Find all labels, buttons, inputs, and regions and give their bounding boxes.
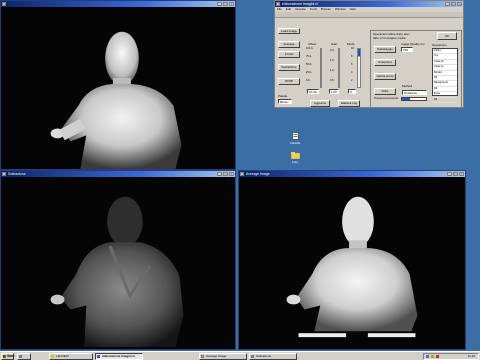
palette-select[interactable]: Binary	[278, 99, 292, 104]
aggiorna-button[interactable]: Aggiorna	[310, 100, 330, 107]
close-icon[interactable]: ×	[229, 172, 234, 176]
carica-punto-button[interactable]: Carica punto	[374, 73, 396, 80]
offset-slider[interactable]	[320, 48, 322, 88]
operations-list-header: Operations	[432, 43, 447, 47]
maximize-icon[interactable]: □	[451, 2, 456, 6]
gain-scale: 2,0- 1,5- 1,0- 0,5-	[330, 49, 335, 82]
mode-label: Mode	[347, 42, 355, 46]
palette-label: Palette	[278, 94, 288, 98]
subtracted-image	[1, 177, 235, 349]
system-tray: 11.26	[423, 353, 479, 360]
windows-logo-icon	[3, 355, 6, 358]
control-panel-window[interactable]: elaborazione Imagini.vi _ □ × File Edit …	[274, 0, 464, 108]
average-image	[239, 177, 465, 349]
window-icon	[2, 2, 6, 6]
image-window-sottrazione[interactable]: Sottrazione _ □ ×	[0, 170, 236, 350]
desktop-icon-folder[interactable]: Foto	[288, 152, 302, 164]
close-icon[interactable]: ×	[457, 2, 462, 6]
network-icon[interactable]	[426, 355, 429, 358]
folder-icon	[290, 152, 300, 159]
desktop-icon-file[interactable]: Cartella	[288, 132, 302, 145]
image-view[interactable]	[1, 7, 235, 169]
desktop-icon-label: Foto	[291, 160, 298, 164]
sottrazione-button[interactable]: Sottrazione	[278, 64, 300, 71]
fondo-button[interactable]: Fondo	[278, 51, 300, 58]
close-icon[interactable]: ×	[229, 2, 234, 6]
filtra-button[interactable]: Filtra	[374, 88, 396, 95]
close-icon[interactable]: ×	[459, 172, 464, 176]
vi-icon	[97, 355, 100, 358]
app-icon	[19, 355, 22, 358]
gain-slider[interactable]	[338, 48, 340, 88]
maximize-icon[interactable]: □	[223, 2, 228, 6]
progress-bar	[401, 97, 427, 101]
list-item[interactable]: Dil	[433, 98, 457, 104]
image-view[interactable]	[239, 177, 465, 349]
operations-list[interactable]: Alpha Top Clear dx Clear sx Border Dil B…	[432, 48, 458, 104]
labview-icon	[51, 355, 54, 358]
clock: 11.26	[467, 354, 475, 358]
taskbar-item-app[interactable]	[17, 353, 31, 360]
image-icon	[251, 355, 254, 358]
window-icon	[240, 172, 244, 176]
mode-scale: 10 8 6 4 2	[351, 47, 354, 82]
maximize-icon[interactable]: □	[453, 172, 458, 176]
volume-icon[interactable]	[431, 355, 434, 358]
ok-button[interactable]: OK	[437, 32, 457, 40]
image-window-top-left[interactable]: _ □ ×	[0, 0, 236, 170]
taskbar: Start LabVIEW elaborazione Imagini.vi Av…	[0, 351, 480, 360]
elabora-img-button[interactable]: Elabora img	[338, 100, 360, 107]
method-label: Method	[402, 84, 413, 88]
minimize-icon[interactable]: _	[217, 2, 222, 6]
method-select[interactable]: Gradiente	[402, 90, 427, 95]
salvataggio-button[interactable]: Salvataggio	[374, 46, 396, 53]
minimize-icon[interactable]: _	[445, 2, 450, 6]
image-quality-field[interactable]: 750	[401, 47, 413, 52]
window-title: Average Image	[246, 172, 270, 176]
image-view[interactable]	[1, 177, 235, 349]
front-panel: Load Image Average Fondo Sottrazione STO…	[275, 18, 463, 107]
progress-label: Powered percento	[374, 96, 399, 100]
start-button[interactable]: Start	[1, 353, 14, 360]
operations-note: Operazioni attive dopo aver fatto un'imm…	[373, 32, 410, 40]
image-quality-label: Image Quality (no	[401, 42, 425, 46]
gain-field[interactable]: 1,00	[329, 89, 339, 94]
window-icon	[2, 172, 6, 176]
window-icon	[276, 2, 280, 6]
thermal-image	[1, 7, 235, 169]
minimize-icon[interactable]: _	[447, 172, 452, 176]
offset-field[interactable]: 10,00	[307, 89, 319, 94]
antivirus-icon[interactable]	[436, 355, 439, 358]
load-image-button[interactable]: Load Image	[278, 28, 300, 34]
stop-button[interactable]: STOP	[278, 78, 300, 85]
offset-scale: 100,0- 75,0- 50,0- 25,0- 0,0-	[306, 47, 314, 82]
window-title: Sottrazione	[8, 172, 26, 176]
progress-fill	[402, 98, 411, 100]
mode-slider[interactable]	[357, 48, 361, 88]
taskbar-item-average-image[interactable]: Average Image	[199, 353, 247, 360]
taskbar-item-elaborazione[interactable]: elaborazione Imagini.vi	[95, 353, 143, 360]
offset-label: Offset	[308, 42, 316, 46]
anteprima-button[interactable]: Anteprima	[374, 59, 396, 66]
taskbar-item-sottrazione[interactable]: Sottrazione	[249, 353, 297, 360]
gain-label: Gain	[331, 42, 338, 46]
mode-field[interactable]: 0	[348, 89, 356, 94]
average-button[interactable]: Average	[278, 41, 300, 48]
minimize-icon[interactable]: _	[217, 172, 222, 176]
file-icon	[291, 132, 299, 140]
taskbar-item-labview[interactable]: LabVIEW	[49, 353, 93, 360]
maximize-icon[interactable]: □	[223, 172, 228, 176]
desktop-icon-label: Cartella	[289, 141, 301, 145]
image-window-average[interactable]: Average Image _ □ ×	[238, 170, 466, 350]
image-icon	[201, 355, 204, 358]
window-title: elaborazione Imagini.vi	[282, 2, 318, 6]
